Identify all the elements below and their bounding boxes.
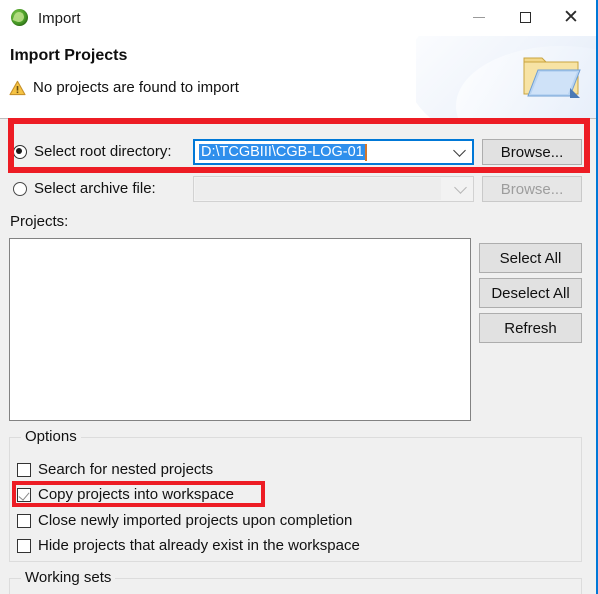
- refresh-button[interactable]: Refresh: [479, 313, 582, 343]
- maximize-button[interactable]: [502, 2, 548, 32]
- select-archive-file-label: Select archive file:: [34, 180, 156, 197]
- banner-artwork: [416, 36, 596, 118]
- options-group-title: Options: [21, 428, 81, 445]
- radio-indicator-archive: [13, 181, 27, 196]
- browse-root-directory-button[interactable]: Browse...: [482, 139, 582, 165]
- minimize-button[interactable]: [456, 2, 502, 32]
- checkbox-indicator: [17, 513, 31, 528]
- banner-message-row: No projects are found to import: [9, 79, 239, 96]
- window-title: Import: [38, 9, 81, 27]
- root-directory-value: D:\TCGBIII\CGB-LOG-01: [199, 144, 365, 160]
- select-root-directory-radio[interactable]: Select root directory:: [13, 143, 172, 160]
- import-projects-dialog: Import ✕ Import Projects No projects are…: [0, 0, 598, 594]
- window-controls: ✕: [456, 2, 594, 32]
- browse-archive-file-button[interactable]: Browse...: [482, 176, 582, 202]
- select-root-directory-label: Select root directory:: [34, 143, 172, 160]
- option-label: Copy projects into workspace: [38, 486, 234, 503]
- banner-message: No projects are found to import: [33, 79, 239, 96]
- eclipse-globe-icon: [10, 8, 30, 28]
- hide-existing-projects-checkbox[interactable]: Hide projects that already exist in the …: [17, 537, 360, 554]
- wizard-banner: Import Projects No projects are found to…: [0, 36, 596, 119]
- title-bar: Import ✕: [0, 0, 596, 36]
- minimize-icon: [473, 16, 485, 18]
- projects-label: Projects:: [10, 213, 69, 230]
- radio-indicator-root: [13, 144, 27, 159]
- root-directory-combo[interactable]: D:\TCGBIII\CGB-LOG-01: [193, 139, 474, 165]
- archive-file-combo[interactable]: [193, 176, 474, 202]
- maximize-icon: [519, 11, 531, 23]
- text-cursor: [364, 143, 367, 161]
- option-label: Hide projects that already exist in the …: [38, 537, 360, 554]
- close-imported-projects-checkbox[interactable]: Close newly imported projects upon compl…: [17, 512, 352, 529]
- chevron-down-icon-archive[interactable]: [454, 181, 467, 194]
- checkbox-indicator: [17, 538, 31, 553]
- close-icon: ✕: [563, 5, 579, 28]
- working-sets-group-title: Working sets: [21, 569, 116, 586]
- option-label: Search for nested projects: [38, 461, 214, 478]
- working-sets-group: Working sets: [9, 569, 582, 594]
- close-button[interactable]: ✕: [548, 2, 594, 32]
- copy-projects-into-workspace-checkbox[interactable]: Copy projects into workspace: [17, 486, 234, 503]
- projects-list[interactable]: [9, 238, 471, 421]
- select-all-button[interactable]: Select All: [479, 243, 582, 273]
- warning-icon: [9, 80, 26, 96]
- chevron-down-icon[interactable]: [453, 144, 466, 157]
- deselect-all-button[interactable]: Deselect All: [479, 278, 582, 308]
- page-title: Import Projects: [10, 47, 128, 64]
- checkbox-indicator: [17, 462, 31, 477]
- folder-import-icon: [518, 48, 582, 106]
- checkbox-indicator: [17, 487, 31, 502]
- search-nested-projects-checkbox[interactable]: Search for nested projects: [17, 461, 213, 478]
- select-archive-file-radio[interactable]: Select archive file:: [13, 180, 156, 197]
- option-label: Close newly imported projects upon compl…: [38, 512, 353, 529]
